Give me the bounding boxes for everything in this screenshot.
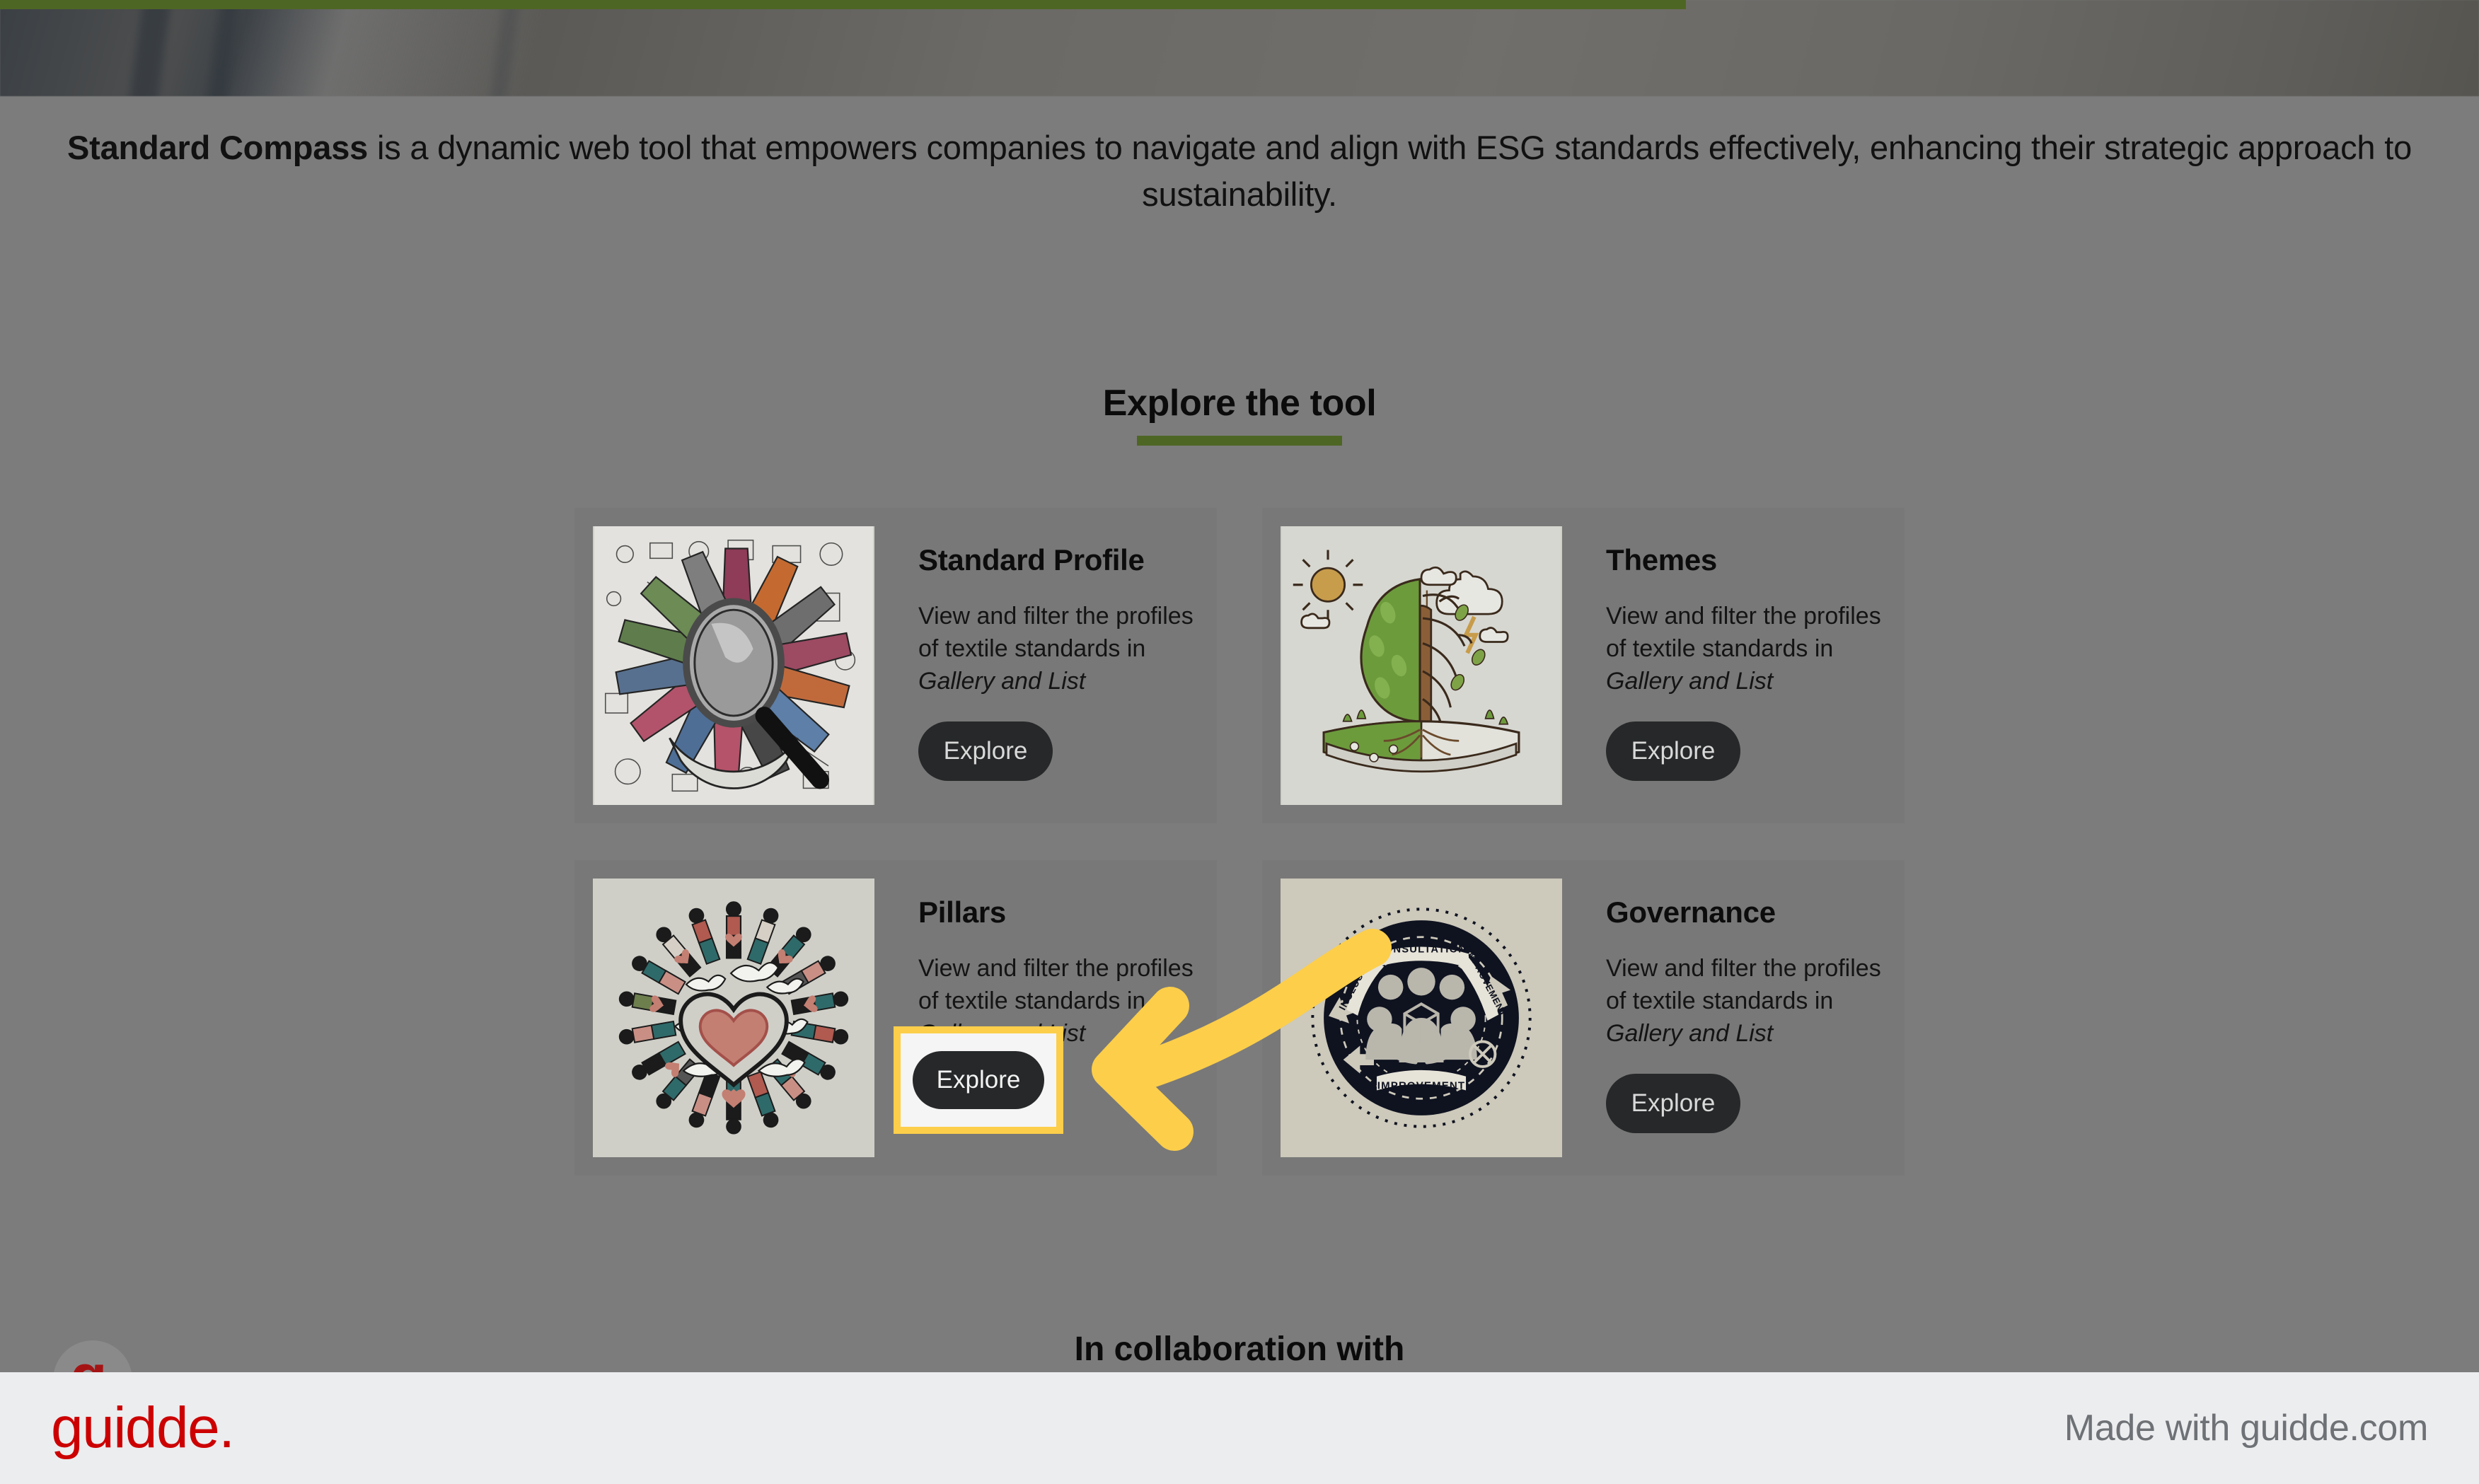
- section-title: Explore the tool: [1102, 383, 1377, 424]
- made-with-guidde-label: Made with guidde.com: [2064, 1408, 2429, 1449]
- seal-label-top: CONSULTATION: [1376, 944, 1467, 955]
- guidde-logo: guidde.: [51, 1396, 235, 1460]
- tool-card-themes[interactable]: Themes View and filter the profiles of t…: [1262, 508, 1905, 823]
- card-desc-emphasis: Gallery and List: [1606, 668, 1774, 695]
- standard-profile-body: Standard Profile View and filter the pro…: [874, 526, 1198, 781]
- explore-button-pillars[interactable]: Explore: [913, 1051, 1044, 1109]
- card-desc-line-2: of textile standards in: [918, 987, 1146, 1014]
- hero-streak: [482, 0, 524, 96]
- hero-banner-image: [0, 0, 2479, 96]
- card-description: View and filter the profiles of textile …: [1606, 600, 1886, 697]
- section-underline: [1137, 436, 1342, 446]
- intro-lead-text: Standard Compass: [67, 129, 369, 166]
- card-desc-line-1: View and filter the profiles: [918, 603, 1194, 630]
- textile-swatch-magnifier-icon: [594, 526, 873, 805]
- explore-button-governance[interactable]: Explore: [1606, 1074, 1740, 1133]
- card-desc-line-1: View and filter the profiles: [1606, 955, 1881, 982]
- split-tree-sun-rain-icon: [1282, 526, 1561, 805]
- standard-profile-thumbnail: [593, 526, 874, 805]
- intro-paragraph: Standard Compass is a dynamic web tool t…: [0, 124, 2479, 218]
- card-title: Governance: [1606, 895, 1776, 929]
- explore-button-themes[interactable]: Explore: [1606, 721, 1740, 781]
- card-desc-line-2: of textile standards in: [1606, 635, 1834, 662]
- card-title: Pillars: [918, 895, 1006, 929]
- card-desc-emphasis: Gallery and List: [1606, 1020, 1774, 1047]
- hero-streak: [122, 0, 175, 96]
- card-desc-emphasis: Gallery and List: [918, 668, 1086, 695]
- pillars-thumbnail: [593, 879, 874, 1157]
- card-title: Standard Profile: [918, 543, 1145, 576]
- highlight-box-pillars-explore: Explore: [894, 1026, 1063, 1134]
- tool-card-grid: Standard Profile View and filter the pro…: [574, 508, 1905, 1176]
- seal-label-bottom: IMPROVEMENT: [1377, 1079, 1465, 1091]
- tool-card-standard-profile[interactable]: Standard Profile View and filter the pro…: [574, 508, 1217, 823]
- progress-bar-fill: [0, 0, 1686, 9]
- guidde-footer-bar: guidde. Made with guidde.com: [0, 1372, 2479, 1484]
- section-header: Explore the tool: [0, 382, 2479, 446]
- governance-body: Governance View and filter the profiles …: [1562, 879, 1886, 1133]
- themes-body: Themes View and filter the profiles of t…: [1562, 526, 1886, 781]
- intro-rest-text: is a dynamic web tool that empowers comp…: [368, 129, 2412, 213]
- themes-thumbnail: [1281, 526, 1562, 805]
- hero-streak: [200, 0, 243, 96]
- progress-bar-track: [0, 0, 2479, 9]
- card-desc-line-2: of textile standards in: [1606, 987, 1834, 1014]
- tool-card-governance[interactable]: CONSULTATION INCLUSION IMPROVEMENT IMPRO…: [1262, 860, 1905, 1176]
- explore-button-standard-profile[interactable]: Explore: [918, 721, 1053, 781]
- card-desc-line-1: View and filter the profiles: [1606, 603, 1881, 630]
- card-description: View and filter the profiles of textile …: [1606, 952, 1886, 1050]
- people-circle-heart-doves-icon: [594, 879, 873, 1157]
- card-description: View and filter the profiles of textile …: [918, 600, 1198, 697]
- card-desc-line-1: View and filter the profiles: [918, 955, 1194, 982]
- page-root: Standard Compass is a dynamic web tool t…: [0, 0, 2479, 1484]
- card-desc-line-2: of textile standards in: [918, 635, 1146, 662]
- governance-cycle-seal-icon: CONSULTATION INCLUSION IMPROVEMENT IMPRO…: [1282, 879, 1561, 1157]
- collaboration-heading: In collaboration with: [1074, 1331, 1405, 1368]
- card-title: Themes: [1606, 543, 1717, 576]
- governance-thumbnail: CONSULTATION INCLUSION IMPROVEMENT IMPRO…: [1281, 879, 1562, 1157]
